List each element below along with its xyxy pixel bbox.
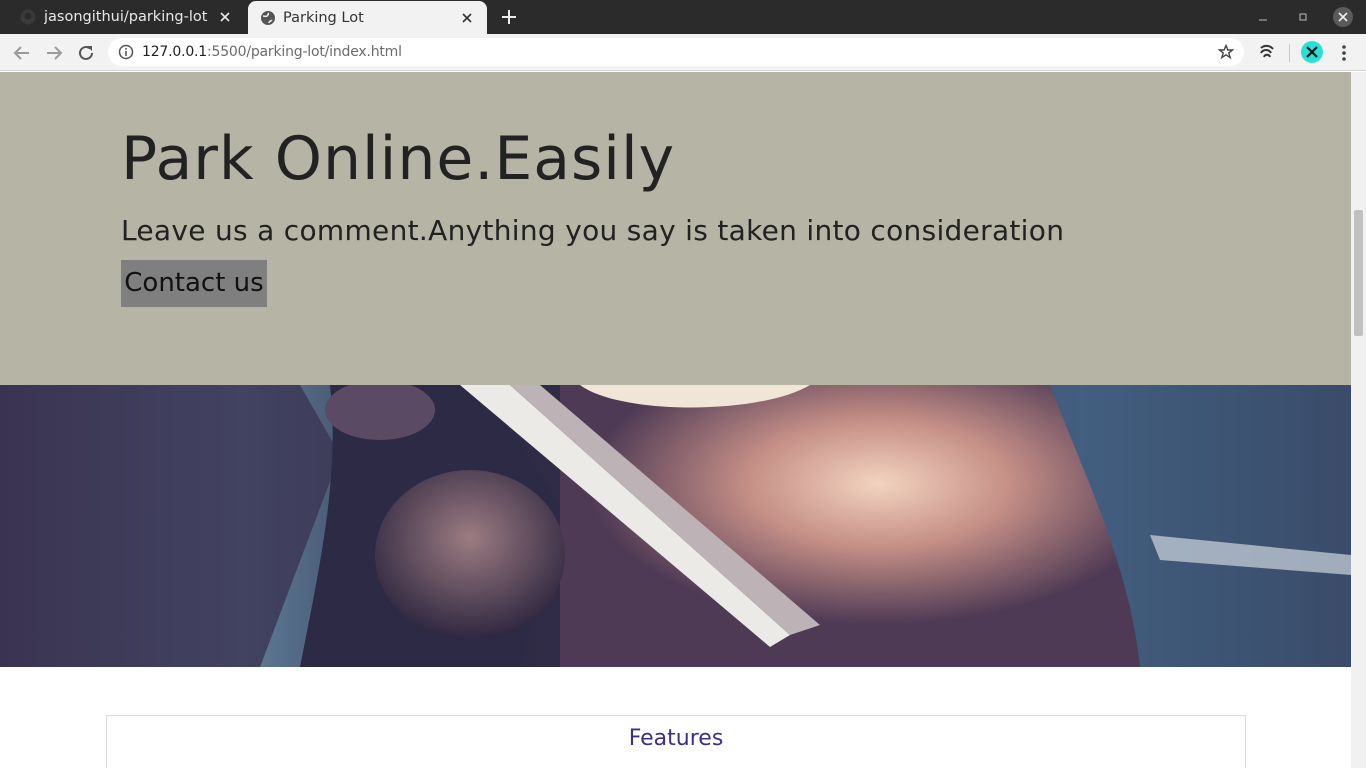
url-path: :5500/parking-lot/index.html: [207, 44, 402, 60]
kebab-menu-icon[interactable]: [1336, 43, 1352, 63]
close-tab-icon[interactable]: [217, 9, 233, 25]
hero-photo-hand-holding-phone: [0, 385, 1351, 667]
browser-tab-strip: jasongithui/parking-lot Parking Lot: [0, 0, 1366, 35]
globe-icon: [261, 11, 275, 25]
tab-title: Parking Lot: [283, 10, 364, 26]
tab-parking-lot[interactable]: Parking Lot: [248, 1, 487, 35]
tab-title: jasongithui/parking-lot: [44, 9, 208, 25]
url-host: 127.0.0.1: [142, 44, 207, 60]
close-window-icon[interactable]: [1333, 7, 1353, 27]
contact-us-button[interactable]: Contact us: [121, 260, 267, 307]
reload-icon[interactable]: [75, 42, 97, 64]
page-scrollbar[interactable]: [1351, 72, 1366, 768]
minimize-icon[interactable]: [1243, 0, 1283, 34]
hero-subtitle: Leave us a comment.Anything you say is t…: [121, 214, 1065, 247]
features-heading: Features: [628, 726, 724, 751]
extension-icon[interactable]: [1258, 43, 1276, 61]
tab-github[interactable]: jasongithui/parking-lot: [0, 0, 245, 34]
forward-icon[interactable]: [43, 42, 65, 64]
browser-toolbar: 127.0.0.1:5500/parking-lot/index.html: [0, 34, 1366, 71]
page-viewport: Park Online.Easily Leave us a comment.An…: [0, 72, 1351, 768]
toolbar-divider: [1289, 44, 1290, 62]
features-card: Features: [106, 715, 1246, 768]
address-bar[interactable]: 127.0.0.1:5500/parking-lot/index.html: [108, 38, 1244, 66]
back-icon[interactable]: [11, 42, 33, 64]
profile-avatar[interactable]: [1301, 41, 1323, 63]
scrollbar-thumb[interactable]: [1354, 210, 1363, 336]
hero-title: Park Online.Easily: [121, 124, 676, 194]
site-info-icon[interactable]: [118, 44, 134, 60]
url-text: 127.0.0.1:5500/parking-lot/index.html: [142, 44, 402, 60]
github-icon: [20, 9, 36, 25]
hero-jumbotron: Park Online.Easily Leave us a comment.An…: [0, 72, 1351, 385]
new-tab-icon[interactable]: [500, 8, 518, 26]
restore-icon[interactable]: [1283, 0, 1323, 34]
bookmark-star-icon[interactable]: [1218, 44, 1234, 60]
close-tab-icon[interactable]: [459, 10, 475, 26]
